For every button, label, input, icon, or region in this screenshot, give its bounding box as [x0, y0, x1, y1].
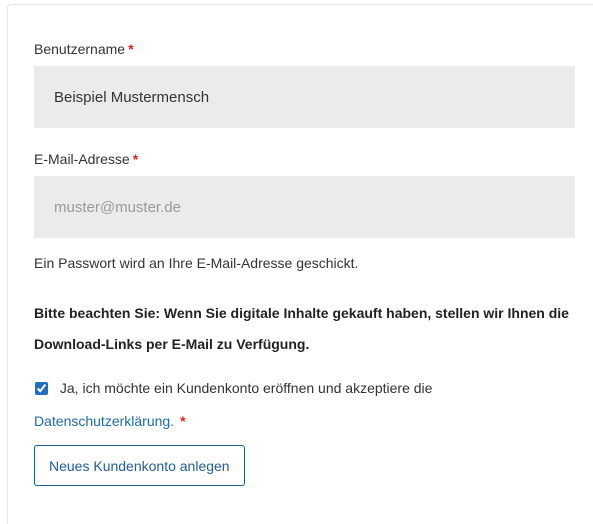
email-label: E-Mail-Adresse * — [34, 150, 138, 168]
email-input[interactable] — [34, 176, 575, 238]
email-label-text: E-Mail-Adresse — [34, 151, 130, 167]
privacy-policy-link[interactable]: Datenschutzerklärung. — [34, 413, 174, 429]
username-required-mark: * — [128, 41, 134, 57]
password-note: Ein Passwort wird an Ihre E-Mail-Adresse… — [34, 255, 359, 271]
consent-row: Ja, ich möchte ein Kundenkonto eröffnen … — [34, 372, 582, 438]
download-note: Bitte beachten Sie: Wenn Sie digitale In… — [34, 305, 569, 352]
email-required-mark: * — [132, 151, 139, 167]
consent-text[interactable]: Ja, ich möchte ein Kundenkonto eröffnen … — [60, 380, 433, 396]
username-label: Benutzername * — [34, 40, 134, 58]
username-label-text: Benutzername — [34, 41, 126, 57]
username-input[interactable] — [34, 66, 575, 128]
create-account-button[interactable]: Neues Kundenkonto anlegen — [34, 445, 245, 486]
consent-checkbox[interactable] — [35, 382, 48, 395]
consent-required-mark: * — [180, 413, 186, 429]
